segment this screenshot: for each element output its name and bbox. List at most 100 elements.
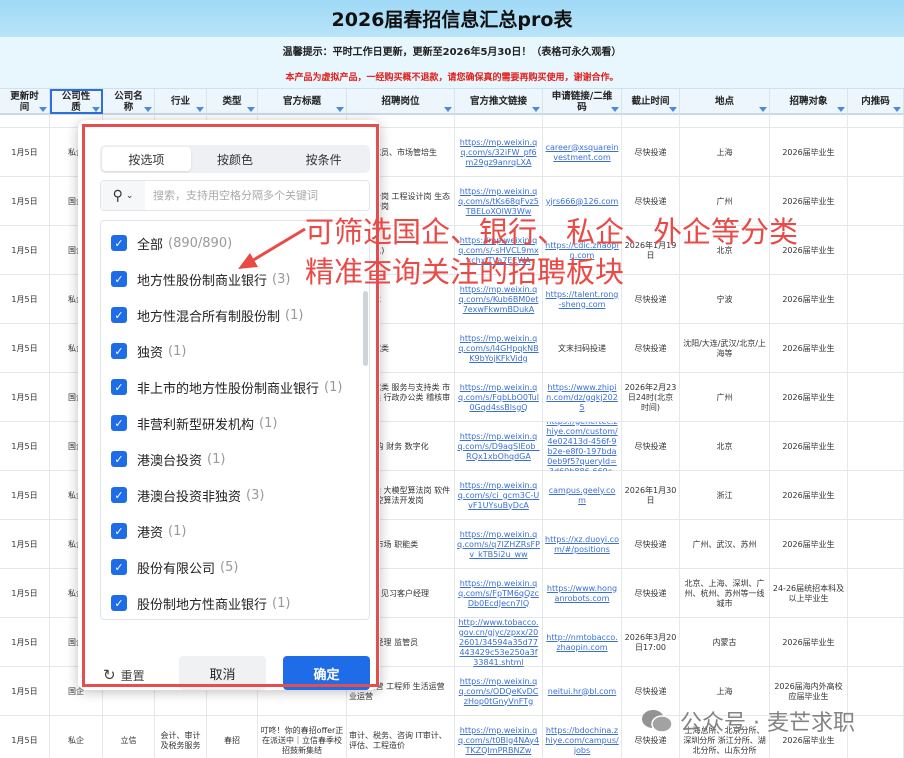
filter-option[interactable]: ✓ 非上市的地方性股份制商业银行 (1) [111,375,342,399]
column-header[interactable]: 申请链接/二维码 [543,89,622,114]
filter-option-count: (890/890) [168,235,233,251]
cell-apply-link[interactable]: http://nmtobacco.zhaopin.com [543,618,622,667]
cell-article-link[interactable] [455,115,543,128]
filter-option[interactable]: ✓ 港澳台投资非独资 (3) [111,483,264,507]
cell-article-link[interactable]: https://mp.weixin.qq.com/s/FqbLbO0Tul0Gq… [455,373,543,422]
filter-option[interactable]: ✓ 股份制地方性商业银行 (1) [111,591,290,615]
tab-by-color[interactable]: 按颜色 [191,147,280,171]
column-header[interactable]: 官方标题 [258,89,347,114]
column-header-label: 类型 [222,96,242,107]
cell-article-link[interactable]: https://mp.weixin.qq.com/s/ODQeKvDCzHop0… [455,667,543,716]
filter-funnel-icon[interactable] [144,107,152,112]
filter-option[interactable]: ✓ 非营利新型研发机构 (1) [111,411,277,435]
checkbox-checked-icon[interactable]: ✓ [111,595,127,611]
filter-funnel-icon[interactable] [759,107,767,112]
cell-apply-link[interactable]: https://bdochina.zhiye.com/campus/jobs [543,716,622,758]
column-header[interactable]: 官方推文链接 [455,89,543,114]
filter-funnel-icon[interactable] [196,107,204,112]
filter-option-count: (1) [272,595,291,611]
cell-deadline: 尽快投递 [622,520,680,569]
cell-article-link[interactable]: https://mp.weixin.qq.com/s/D9aqSIEob_RQx… [455,422,543,471]
filter-funnel-icon[interactable] [669,107,677,112]
checkbox-checked-icon[interactable]: ✓ [111,379,127,395]
filter-option-count: (1) [207,451,226,467]
cell-apply-link[interactable]: https://www.zhipin.com/dz/gqkj2025 [543,373,622,422]
column-header[interactable]: 行业 [155,89,207,114]
filter-search-input[interactable] [145,189,369,202]
checkbox-checked-icon[interactable]: ✓ [111,523,127,539]
cell-deadline: 尽快投递 [622,324,680,373]
watermark-text: 公众号 · 麦芒求职 [680,711,855,736]
reset-button[interactable]: ↻ 重置 [103,666,145,684]
filter-option[interactable]: ✓ 港资 (1) [111,519,186,543]
cell-article-link[interactable]: http://www.tobacco.gov.cn/gjyc/zpxx/2026… [455,618,543,667]
column-header[interactable]: 内推码 [848,89,904,114]
filter-option-count: (5) [220,559,239,575]
filter-option-label: 股份制地方性商业银行 [137,597,268,613]
cell-location: 北京、上海、深圳、广州、杭州、苏州等一线城市 [680,569,770,618]
cell-location: 广州、武汉、苏州 [680,520,770,569]
filter-option[interactable]: ✓ 地方性混合所有制股份制 (1) [111,303,303,327]
cell-article-link[interactable]: https://mp.weixin.qq.com/s/32iFW_pf6m29g… [455,128,543,177]
column-header[interactable]: 更新时间 [0,89,50,114]
column-header[interactable]: 地点 [680,89,770,114]
filter-funnel-icon[interactable] [837,107,845,112]
cell-apply-link[interactable]: neitui.hr@bl.com [543,667,622,716]
checkbox-checked-icon[interactable]: ✓ [111,487,127,503]
tab-by-condition[interactable]: 按条件 [279,147,368,171]
cell-article-link[interactable]: https://mp.weixin.qq.com/s/I4GHpqkNBK9bY… [455,324,543,373]
cell-apply-link[interactable]: https://xz.duoyi.com/#/positions [543,520,622,569]
checkbox-checked-icon[interactable]: ✓ [111,271,127,287]
column-header[interactable]: 公司性质 [50,89,103,114]
filter-funnel-icon[interactable] [611,107,619,112]
tab-by-option[interactable]: 按选项 [102,147,191,171]
filter-funnel-icon[interactable] [893,107,901,112]
cell-referral-code [848,471,904,520]
column-header[interactable]: 截止时间 [622,89,680,114]
cell-apply-link[interactable]: https://genertec.zhiye.com/custom/4e0241… [543,422,622,471]
cell-apply-link[interactable]: career@xsquareinvestment.com [543,128,622,177]
confirm-button[interactable]: 确定 [283,656,370,690]
checkbox-checked-icon[interactable]: ✓ [111,559,127,575]
cell-referral-code [848,275,904,324]
cell-update-date: 1月5日 [0,422,50,471]
checkbox-checked-icon[interactable]: ✓ [111,451,127,467]
filter-option[interactable]: ✓ 全部 (890/890) [111,231,232,255]
column-header-label: 官方推文链接 [469,96,527,107]
cell-apply-link[interactable]: campus.geely.com [543,471,622,520]
checkbox-checked-icon[interactable]: ✓ [111,415,127,431]
filter-funnel-icon[interactable] [39,107,47,112]
search-icon[interactable]: ⚲ ⌄ [101,181,145,210]
filter-funnel-icon[interactable] [532,107,540,112]
cell-referral-code [848,716,904,758]
cell-target [770,115,848,128]
filter-funnel-icon[interactable] [92,107,100,112]
cell-article-link[interactable]: https://mp.weixin.qq.com/s/t0Blg4NAy4TKZ… [455,716,543,758]
cell-apply-link[interactable]: https://www.honganrobots.com [543,569,622,618]
checkbox-checked-icon[interactable]: ✓ [111,307,127,323]
checkbox-checked-icon[interactable]: ✓ [111,235,127,251]
column-header-label: 地点 [714,96,734,107]
cell-article-link[interactable]: https://mp.weixin.qq.com/s/q7IZHZRsFPv_k… [455,520,543,569]
cell-update-date: 1月5日 [0,667,50,716]
cell-article-link[interactable]: https://mp.weixin.qq.com/s/FpTM6qQzcDb0E… [455,569,543,618]
column-header[interactable]: 类型 [207,89,258,114]
cell-article-link[interactable]: https://mp.weixin.qq.com/s/ci_gcm3C-UvF1… [455,471,543,520]
list-scrollbar[interactable] [363,291,368,366]
filter-option[interactable]: ✓ 独资 (1) [111,339,186,363]
cancel-button[interactable]: 取消 [179,656,266,690]
cell-positions: 审计、税务、咨询 IT审计、评估、工程造价 [347,716,455,758]
filter-option[interactable]: ✓ 股份有限公司 (5) [111,555,238,579]
filter-funnel-icon[interactable] [444,107,452,112]
checkbox-checked-icon[interactable]: ✓ [111,343,127,359]
column-header[interactable]: 招聘对象 [770,89,848,114]
cell-referral-code [848,177,904,226]
column-header[interactable]: 公司名称 [103,89,155,114]
filter-funnel-icon[interactable] [247,107,255,112]
filter-funnel-icon[interactable] [336,107,344,112]
filter-option[interactable]: ✓ 港澳台投资 (1) [111,447,225,471]
column-header-label: 官方标题 [282,96,321,107]
column-header[interactable]: 招聘岗位 [347,89,455,114]
cell-target: 24-26届统招本科及以上毕业生 [770,569,848,618]
update-tip: 温馨提示：平时工作日更新，更新至2026年5月30日！（表格可永久观看） [0,37,904,64]
